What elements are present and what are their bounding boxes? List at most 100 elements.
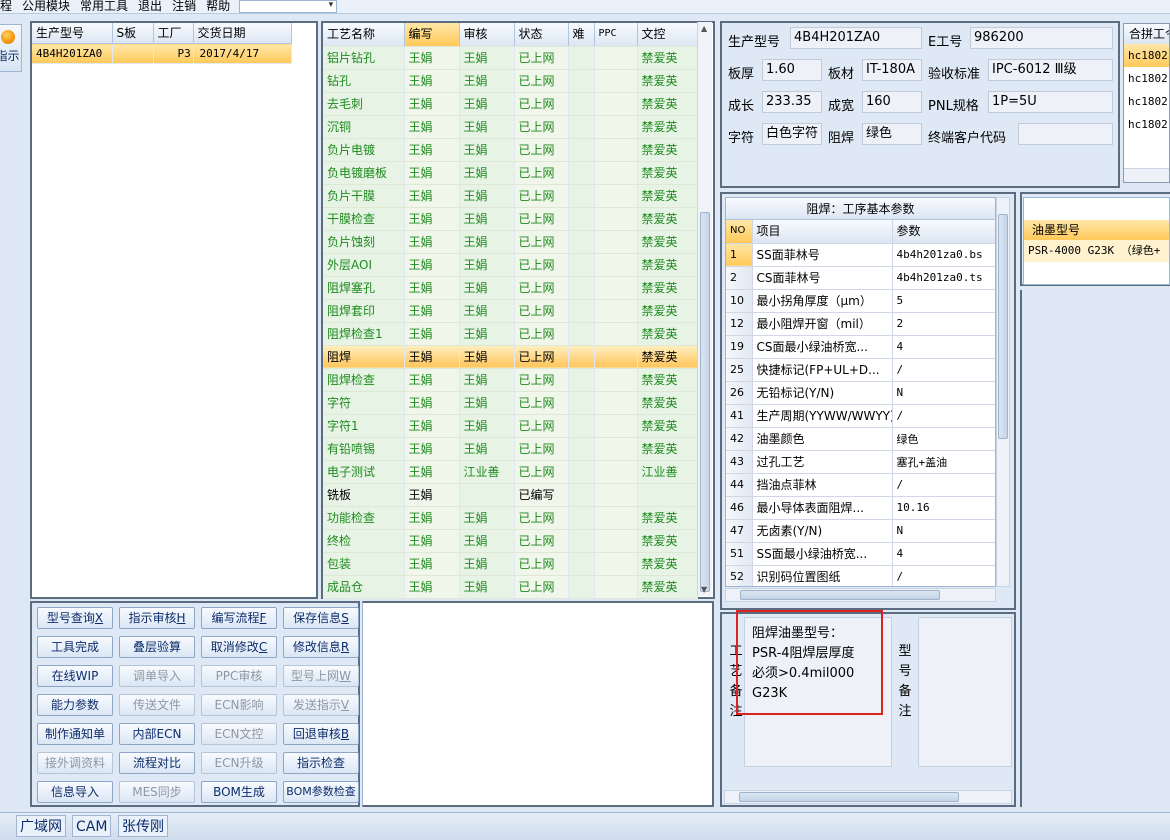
action-button[interactable]: 流程对比 (119, 752, 195, 774)
col-header[interactable]: 生产型号 (32, 23, 113, 44)
table-row[interactable]: 19 CS面最小绿油桥宽... 4 (726, 335, 995, 359)
table-row[interactable]: PSR-4000 G23K （绿色+ (1024, 240, 1169, 262)
action-button[interactable]: PPC审核 (201, 665, 277, 687)
customer-code-field[interactable] (1018, 123, 1113, 145)
action-button[interactable]: 内部ECN (119, 723, 195, 745)
table-row[interactable]: 42 油墨颜色 绿色 (726, 427, 995, 451)
model-remark-textarea[interactable] (918, 617, 1012, 767)
list-item[interactable]: hc1802 (1124, 44, 1169, 67)
menu-item[interactable]: 公用模块 (17, 0, 75, 13)
table-row[interactable]: 去毛刺 王娟 王娟 已上网 禁爱英 (323, 92, 698, 116)
table-row[interactable]: 41 生产周期(YYWW/WWYY) / (726, 404, 995, 428)
process-vertical-scrollbar[interactable]: ▲ ▼ (697, 22, 712, 596)
action-button[interactable]: 在线WIP (37, 665, 113, 687)
table-row[interactable]: 4B4H201ZA0 P3 2017/4/17 (32, 43, 292, 64)
action-button[interactable]: ECN影响 (201, 694, 277, 716)
action-button[interactable]: MES同步 (119, 781, 195, 803)
table-row[interactable]: 1 SS面菲林号 4b4h201za0.bs (726, 243, 995, 267)
action-button[interactable]: 保存信息S (283, 607, 359, 629)
action-button[interactable]: 工具完成 (37, 636, 113, 658)
merge-horizontal-scrollbar[interactable] (1124, 168, 1169, 182)
character-field[interactable]: 白色字符 (762, 123, 822, 145)
menu-item[interactable]: 帮助 (201, 0, 235, 13)
col-header[interactable]: 项目 (752, 220, 893, 244)
col-header[interactable]: 文控 (637, 23, 698, 47)
width-field[interactable]: 160 (862, 91, 922, 113)
table-row[interactable]: 包装 王娟 王娟 已上网 禁爱英 (323, 552, 698, 576)
action-button[interactable]: 指示审核H (119, 607, 195, 629)
col-header[interactable]: 状态 (514, 23, 569, 47)
remarks-horizontal-scrollbar[interactable] (724, 790, 1012, 804)
table-row[interactable]: 负电镀磨板 王娟 王娟 已上网 禁爱英 (323, 161, 698, 185)
table-row[interactable]: 干膜检查 王娟 王娟 已上网 禁爱英 (323, 207, 698, 231)
standard-field[interactable]: IPC-6012 Ⅲ级 (988, 59, 1113, 81)
table-row[interactable]: 51 SS面最小绿油桥宽... 4 (726, 542, 995, 566)
action-button[interactable]: 回退审核B (283, 723, 359, 745)
col-header[interactable]: 难 (568, 23, 595, 47)
action-button[interactable]: 信息导入 (37, 781, 113, 803)
model-field[interactable]: 4B4H201ZA0 (790, 27, 922, 49)
col-header[interactable]: 参数 (892, 220, 995, 244)
table-row[interactable]: 26 无铅标记(Y/N) N (726, 381, 995, 405)
col-header[interactable]: 交货日期 (193, 23, 292, 44)
table-row[interactable]: 负片干膜 王娟 王娟 已上网 禁爱英 (323, 184, 698, 208)
solder-mask-field[interactable]: 绿色 (862, 123, 922, 145)
table-row[interactable]: 铝片钻孔 王娟 王娟 已上网 禁爱英 (323, 46, 698, 70)
params-horizontal-scrollbar[interactable] (725, 588, 996, 602)
table-row[interactable]: 钻孔 王娟 王娟 已上网 禁爱英 (323, 69, 698, 93)
table-row[interactable]: 12 最小阻焊开窗（mil） 2 (726, 312, 995, 336)
action-button[interactable]: 叠层验算 (119, 636, 195, 658)
table-row[interactable]: 2 CS面菲林号 4b4h201za0.ts (726, 266, 995, 290)
scroll-up-icon[interactable]: ▲ (701, 24, 707, 33)
table-row[interactable]: 字符1 王娟 王娟 已上网 禁爱英 (323, 414, 698, 438)
list-item[interactable]: hc1802 (1124, 67, 1169, 90)
table-row[interactable]: 负片电镀 王娟 王娟 已上网 禁爱英 (323, 138, 698, 162)
col-header[interactable]: 编写 (404, 23, 460, 47)
menu-item[interactable]: 注销 (167, 0, 201, 13)
action-button[interactable]: 接外调资料 (37, 752, 113, 774)
action-button[interactable]: 指示检查 (283, 752, 359, 774)
table-row[interactable]: 字符 王娟 王娟 已上网 禁爱英 (323, 391, 698, 415)
table-row[interactable]: 43 过孔工艺 塞孔+盖油 (726, 450, 995, 474)
material-field[interactable]: IT-180A (862, 59, 922, 81)
scroll-down-icon[interactable]: ▼ (701, 585, 707, 594)
table-row[interactable]: 外层AOI 王娟 王娟 已上网 禁爱英 (323, 253, 698, 277)
action-button[interactable]: 型号上网W (283, 665, 359, 687)
length-field[interactable]: 233.35 (762, 91, 822, 113)
table-row[interactable]: 47 无卤素(Y/N) N (726, 519, 995, 543)
action-button[interactable]: BOM参数检查 (283, 781, 359, 803)
instruction-side-button[interactable]: 指示 (0, 24, 22, 72)
table-row[interactable]: 电子测试 王娟 江业善 已上网 江业善 (323, 460, 698, 484)
table-row[interactable]: 25 快捷标记(FP+UL+D... / (726, 358, 995, 382)
action-button[interactable]: 调单导入 (119, 665, 195, 687)
table-row[interactable]: 阻焊检查1 王娟 王娟 已上网 禁爱英 (323, 322, 698, 346)
menu-item[interactable]: 常用工具 (75, 0, 133, 13)
list-item[interactable]: hc1802 (1124, 90, 1169, 113)
ink-header[interactable]: 油墨型号 (1024, 220, 1169, 240)
action-button[interactable]: 能力参数 (37, 694, 113, 716)
col-header[interactable]: S板 (112, 23, 154, 44)
table-row[interactable]: 阻焊 王娟 王娟 已上网 禁爱英 (323, 345, 698, 369)
menu-item[interactable]: 程 (0, 0, 17, 13)
col-header[interactable]: 审核 (459, 23, 515, 47)
action-button[interactable]: BOM生成 (201, 781, 277, 803)
col-header[interactable]: PPC (594, 23, 638, 47)
action-button[interactable]: 发送指示V (283, 694, 359, 716)
action-button[interactable]: ECN文控 (201, 723, 277, 745)
scroll-thumb[interactable] (998, 214, 1008, 439)
table-row[interactable]: 10 最小拐角厚度（μm） 5 (726, 289, 995, 313)
menu-combo[interactable]: ▾ (239, 0, 338, 13)
action-button[interactable]: 传送文件 (119, 694, 195, 716)
table-row[interactable]: 负片蚀刻 王娟 王娟 已上网 禁爱英 (323, 230, 698, 254)
action-button[interactable]: ECN升级 (201, 752, 277, 774)
table-row[interactable]: 有铅喷锡 王娟 王娟 已上网 禁爱英 (323, 437, 698, 461)
action-button[interactable]: 制作通知单 (37, 723, 113, 745)
params-vertical-scrollbar[interactable] (996, 197, 1010, 587)
table-row[interactable]: 阻焊检查 王娟 王娟 已上网 禁爱英 (323, 368, 698, 392)
scroll-thumb[interactable] (739, 792, 959, 802)
scroll-thumb[interactable] (740, 590, 940, 600)
table-row[interactable]: 阻焊套印 王娟 王娟 已上网 禁爱英 (323, 299, 698, 323)
eno-field[interactable]: 986200 (970, 27, 1113, 49)
pnl-field[interactable]: 1P=5U (988, 91, 1113, 113)
table-row[interactable]: 铣板 王娟 已编写 (323, 483, 698, 507)
